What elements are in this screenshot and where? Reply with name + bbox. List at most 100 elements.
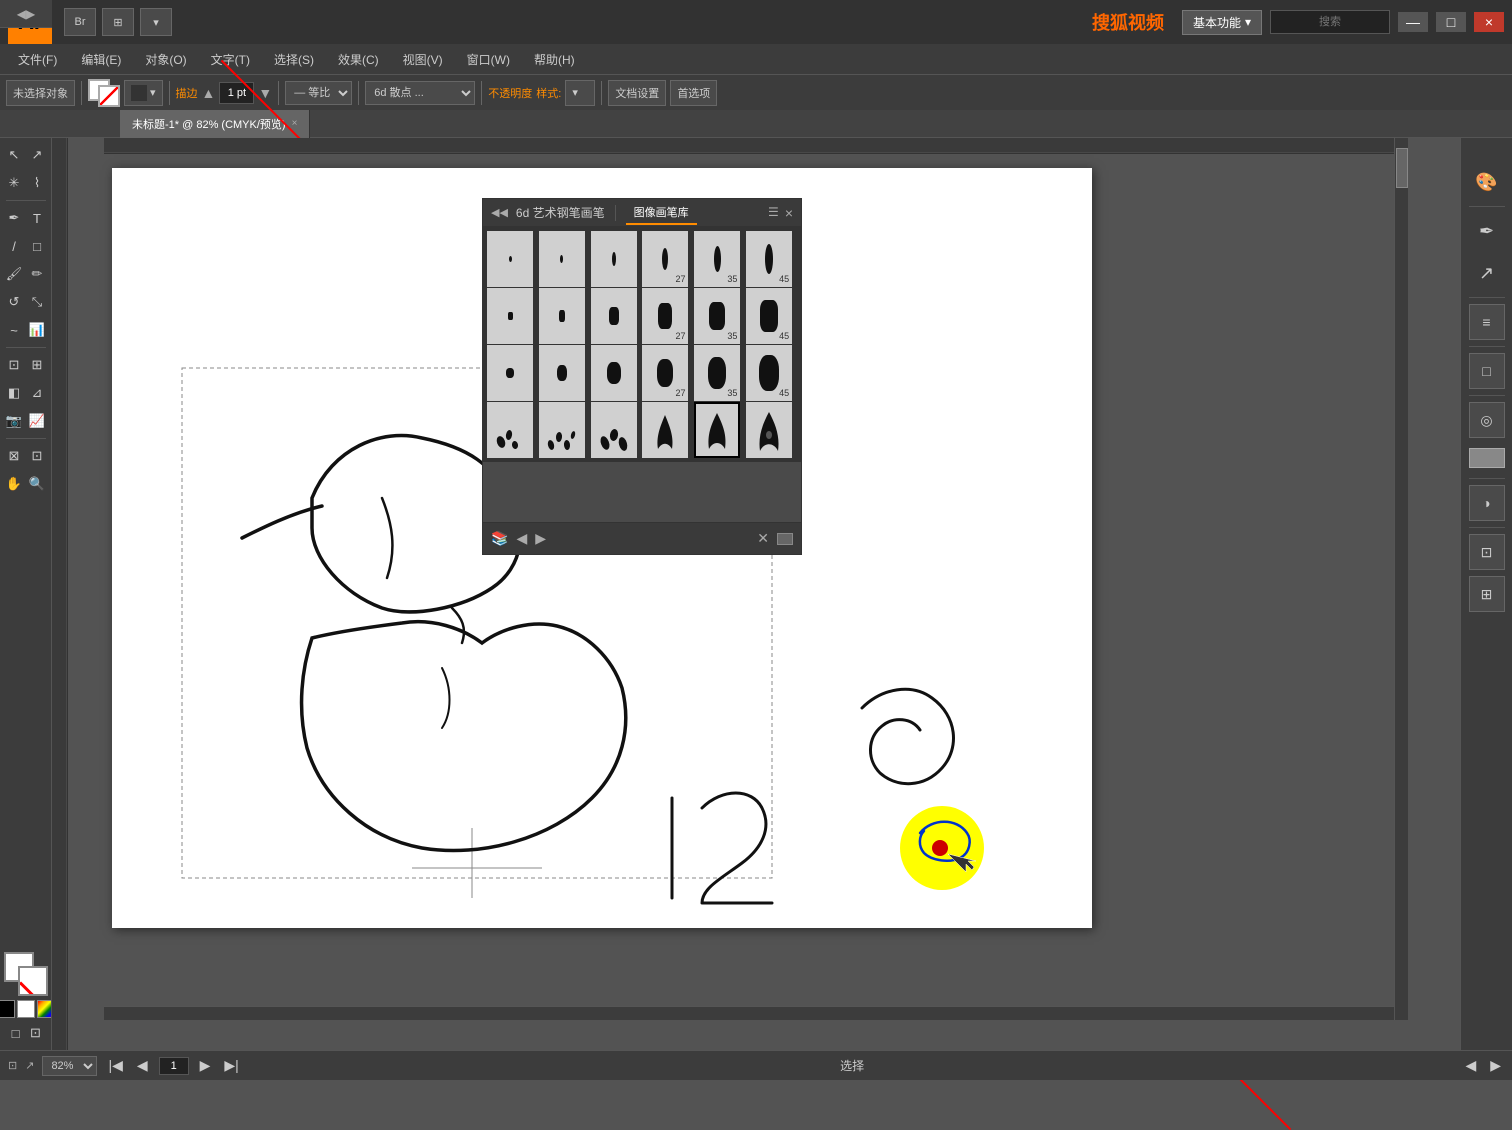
brush-cell[interactable]: 45 (746, 288, 792, 344)
brush-cell[interactable] (487, 402, 533, 458)
free-transform-tool[interactable]: ⊠ (3, 443, 25, 469)
fill-stroke-selector[interactable] (88, 79, 120, 107)
arrange-button[interactable]: ▾ (140, 8, 172, 36)
camera-tool[interactable]: 📷 (3, 408, 25, 434)
menu-view[interactable]: 视图(V) (393, 47, 453, 72)
brush-cell[interactable] (591, 231, 637, 287)
panel-resize-handle[interactable] (777, 533, 793, 545)
bridge-button[interactable]: Br (64, 8, 96, 36)
data-tool[interactable]: 📈 (26, 408, 48, 434)
brush-cell[interactable] (591, 345, 637, 401)
page-next-button[interactable]: ▶ (197, 1057, 214, 1074)
brush-cell[interactable]: 27 (642, 288, 688, 344)
document-tab[interactable]: 未标题-1* @ 82% (CMYK/预览) × (120, 110, 310, 138)
brush-cell[interactable] (642, 402, 688, 458)
line-style-dropdown[interactable]: — 等比 (285, 81, 352, 105)
brush-cell[interactable]: 45 (746, 231, 792, 287)
pencil-tool[interactable]: ✏ (26, 261, 48, 287)
brush-cell[interactable]: 35 (694, 345, 740, 401)
maximize-button[interactable]: □ (1436, 12, 1466, 32)
brush-cell[interactable] (487, 345, 533, 401)
type-tool[interactable]: T (26, 205, 48, 231)
menu-edit[interactable]: 编辑(E) (71, 47, 131, 72)
minimize-button[interactable]: — (1398, 12, 1428, 32)
brush-cell[interactable]: 35 (694, 231, 740, 287)
brush-cell[interactable] (591, 288, 637, 344)
line-tool[interactable]: / (3, 233, 25, 259)
magic-wand-tool[interactable]: ✳ (3, 170, 25, 196)
stroke-selector[interactable]: ▾ (124, 80, 163, 106)
prev-btn[interactable]: ◀ (516, 530, 527, 547)
panel-menu-icon[interactable]: ☰ (768, 205, 779, 221)
scroll-horizontal[interactable] (104, 1006, 1394, 1020)
brush-cell[interactable] (746, 402, 792, 458)
draw-normal-button[interactable]: □ (7, 1024, 25, 1042)
stroke-width-input[interactable] (219, 82, 254, 104)
page-number-input[interactable] (159, 1057, 189, 1075)
blend-tool[interactable]: ⊡ (3, 352, 25, 378)
mesh-tool[interactable]: ⊞ (26, 352, 48, 378)
right-panel-2[interactable]: □ (1469, 353, 1505, 389)
export-icon[interactable]: ↗ (25, 1059, 34, 1072)
hand-tool[interactable]: ✋ (3, 471, 25, 497)
page-last-button[interactable]: ▶| (221, 1057, 241, 1074)
stroke-swatch[interactable] (18, 966, 48, 996)
menu-select[interactable]: 选择(S) (264, 47, 324, 72)
brush-cell[interactable]: 45 (746, 345, 792, 401)
share-tool[interactable]: ↗ (1467, 255, 1507, 291)
pen-tool-right[interactable]: ✒ (1467, 213, 1507, 249)
workspace-selector[interactable]: 基本功能 ▾ (1182, 10, 1262, 35)
menu-file[interactable]: 文件(F) (8, 47, 67, 72)
brush-cell[interactable]: 35 (694, 288, 740, 344)
rotate-tool[interactable]: ↺ (3, 289, 25, 315)
menu-window[interactable]: 窗口(W) (457, 47, 520, 72)
page-first-button[interactable]: |◀ (105, 1057, 125, 1074)
right-panel-4[interactable]: ◑ (1469, 485, 1505, 521)
direct-selection-tool[interactable]: ↗ (26, 142, 48, 168)
close-button[interactable]: × (1474, 12, 1504, 32)
gradient-tool[interactable]: ◧ (3, 380, 25, 406)
layer-indicator[interactable] (1469, 448, 1505, 468)
right-panel-5[interactable]: ⊡ (1469, 534, 1505, 570)
menu-help[interactable]: 帮助(H) (524, 47, 585, 72)
fill-stroke-swatches[interactable] (4, 952, 48, 996)
draw-inside-button[interactable]: ⊡ (27, 1024, 45, 1042)
brush-cell[interactable]: 27 (642, 231, 688, 287)
none-swatch[interactable] (17, 1000, 35, 1018)
brush-cell-selected[interactable] (694, 402, 740, 458)
menu-effect[interactable]: 效果(C) (328, 47, 389, 72)
right-panel-6[interactable]: ⊞ (1469, 576, 1505, 612)
brush-cell[interactable] (487, 231, 533, 287)
brush-cell[interactable]: 27 (642, 345, 688, 401)
preferences-button[interactable]: 首选项 (670, 80, 717, 106)
graph-tool[interactable]: 📊 (26, 317, 48, 343)
search-input[interactable] (1270, 10, 1390, 34)
brush-cell[interactable] (591, 402, 637, 458)
panel-close-button[interactable]: × (785, 205, 793, 221)
rect-tool[interactable]: □ (26, 233, 48, 259)
page-prev-button[interactable]: ◀ (134, 1057, 151, 1074)
brush-dropdown[interactable]: 6d 散点 ... (365, 81, 475, 105)
scroll-vertical[interactable] (1394, 138, 1408, 1020)
selection-tool[interactable]: ↖ (3, 142, 25, 168)
scale-tool[interactable]: ⤡ (26, 289, 48, 315)
zoom-tool[interactable]: 🔍 (26, 471, 48, 497)
panel-collapse-left[interactable]: ◀◀ (491, 206, 508, 219)
brush-cell[interactable] (539, 402, 585, 458)
color-panel-button[interactable]: 🎨 (1467, 164, 1507, 200)
status-arrow-left[interactable]: ◀ (1462, 1057, 1479, 1074)
tab-close-button[interactable]: × (292, 118, 298, 129)
paintbrush-tool[interactable]: 🖌 (3, 261, 25, 287)
doc-settings-button[interactable]: 文档设置 (608, 80, 666, 106)
brush-tab-1[interactable]: 图像画笔库 (626, 201, 697, 225)
warp-tool[interactable]: ~ (3, 317, 25, 343)
right-panel-1[interactable]: ≡ (1469, 304, 1505, 340)
black-swatch[interactable] (0, 1000, 15, 1018)
brush-cell[interactable] (539, 231, 585, 287)
distort-tool[interactable]: ⊡ (26, 443, 48, 469)
gradient-swatch[interactable] (37, 1000, 53, 1018)
library-icon[interactable]: 📚 (491, 530, 508, 547)
play-btn[interactable]: ▶ (535, 530, 546, 547)
lasso-tool[interactable]: ⌇ (26, 170, 48, 196)
brush-cell[interactable] (539, 288, 585, 344)
